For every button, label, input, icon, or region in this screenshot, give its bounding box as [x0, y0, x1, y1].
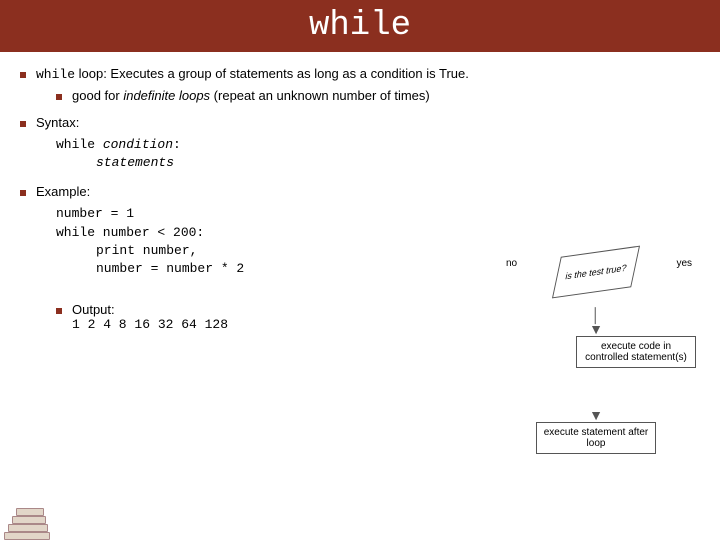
good-for-rest: (repeat an unknown number of times) — [210, 88, 430, 103]
flowchart-box-2: execute statement after loop — [536, 422, 656, 454]
flowchart-box-1: execute code in controlled statement(s) — [576, 336, 696, 368]
loop-def-rest: loop: Executes a group of statements as … — [75, 66, 469, 81]
flowchart-decision: no yes is the test true? — [496, 252, 696, 308]
good-for-italic: indefinite loops — [123, 88, 210, 103]
flowchart-spacer — [496, 368, 696, 408]
decision-diamond: is the test true? — [552, 246, 640, 299]
decision-text: is the test true? — [564, 263, 627, 282]
syntax-line-1: while condition: — [56, 136, 700, 154]
good-for-prefix: good for — [72, 88, 123, 103]
bullet-icon — [20, 72, 26, 78]
code-line-1: number = 1 — [56, 205, 700, 223]
slide-title: while — [309, 7, 411, 45]
flowchart-diagram: no yes is the test true? │▼ execute code… — [496, 252, 696, 454]
bullet-definition: while loop: Executes a group of statemen… — [20, 66, 700, 82]
code-line-2: while number < 200: — [56, 224, 700, 242]
bullet-icon — [56, 94, 62, 100]
syntax-colon: : — [173, 137, 181, 152]
arrow-down-icon: │▼ — [496, 308, 696, 336]
bullet-icon — [20, 190, 26, 196]
syntax-line-2: statements — [96, 154, 700, 172]
loop-keyword: while — [36, 67, 75, 82]
output-block: Output: 1 2 4 8 16 32 64 128 — [72, 302, 228, 332]
output-value: 1 2 4 8 16 32 64 128 — [72, 317, 228, 332]
syntax-condition: condition — [103, 137, 173, 152]
bullet-indefinite-text: good for indefinite loops (repeat an unk… — [72, 88, 430, 103]
syntax-label: Syntax: — [36, 115, 79, 130]
syntax-code: while condition: statements — [56, 136, 700, 172]
label-yes: yes — [676, 258, 692, 269]
footer-books-icon — [0, 500, 56, 540]
bullet-syntax: Syntax: — [20, 115, 700, 130]
syntax-while: while — [56, 137, 103, 152]
label-no: no — [506, 258, 517, 269]
bullet-icon — [56, 308, 62, 314]
output-label: Output: — [72, 302, 228, 317]
bullet-definition-text: while loop: Executes a group of statemen… — [36, 66, 469, 82]
bullet-icon — [20, 121, 26, 127]
slide-content: while loop: Executes a group of statemen… — [0, 52, 720, 332]
bullet-example: Example: — [20, 184, 700, 199]
arrow-down-icon: ▼ — [496, 408, 696, 422]
slide-title-bar: while — [0, 0, 720, 52]
bullet-indefinite: good for indefinite loops (repeat an unk… — [56, 88, 700, 103]
example-label: Example: — [36, 184, 90, 199]
